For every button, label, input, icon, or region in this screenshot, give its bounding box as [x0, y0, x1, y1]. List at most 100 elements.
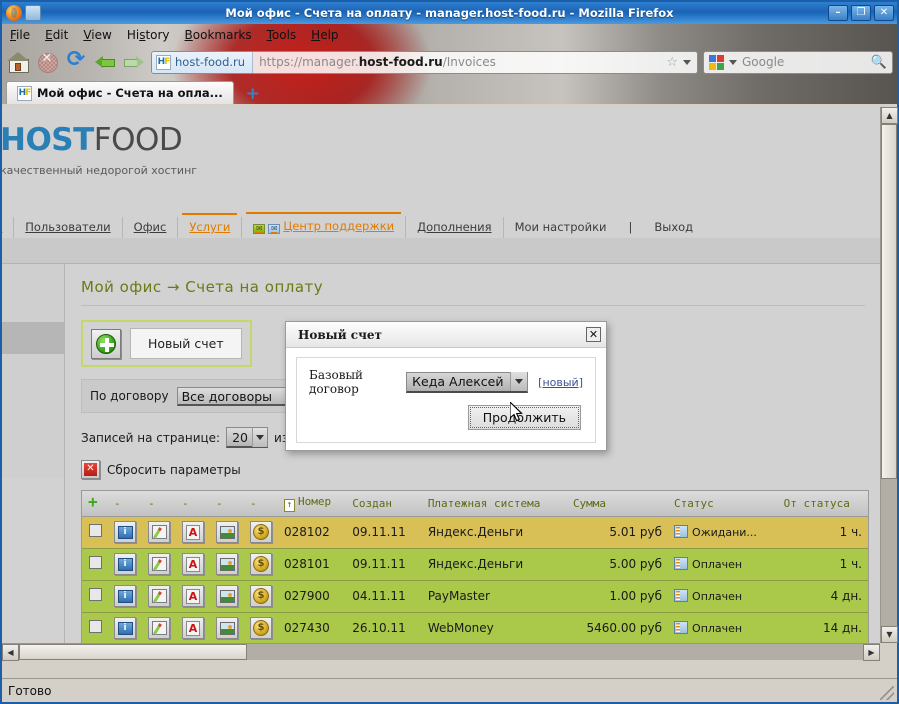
th-status[interactable]: Статус: [668, 491, 778, 517]
horizontal-scroll-thumb[interactable]: [19, 644, 247, 660]
coin-icon[interactable]: $: [250, 521, 272, 543]
reset-params-button[interactable]: ✕: [81, 460, 100, 479]
info-icon[interactable]: i: [114, 585, 136, 607]
search-engine-chevron-icon[interactable]: [729, 59, 737, 65]
search-bar[interactable]: Google 🔍: [703, 50, 893, 74]
menu-tools[interactable]: Tools: [267, 28, 297, 42]
row-info-cell[interactable]: i: [108, 548, 142, 581]
row-checkbox[interactable]: [88, 524, 102, 537]
new-invoice-button[interactable]: Новый счет: [81, 320, 252, 367]
horizontal-scrollbar[interactable]: ◀ ▶: [2, 643, 880, 661]
menu-view[interactable]: View: [83, 28, 111, 42]
row-edit-cell[interactable]: [142, 516, 176, 549]
sidebar-item-1[interactable]: ты: [2, 354, 64, 398]
new-invoice-label[interactable]: Новый счет: [130, 328, 242, 359]
edit-icon[interactable]: [148, 553, 170, 575]
nav-item-services[interactable]: Услуги: [178, 213, 243, 238]
site-logo[interactable]: HOSTFOOD: [2, 125, 880, 156]
home-icon[interactable]: [6, 50, 30, 74]
row-checkbox[interactable]: [88, 556, 102, 569]
nav-item-users[interactable]: Пользователи: [14, 217, 123, 238]
row-pay-cell[interactable]: $: [244, 612, 278, 643]
row-image-cell[interactable]: [210, 516, 244, 549]
scroll-down-button[interactable]: ▼: [881, 626, 898, 643]
row-pay-cell[interactable]: $: [244, 516, 278, 549]
new-tab-button[interactable]: +: [240, 84, 266, 104]
row-edit-cell[interactable]: [142, 612, 176, 643]
maximize-button[interactable]: ❐: [851, 5, 871, 21]
menu-help[interactable]: Help: [311, 28, 338, 42]
image-icon[interactable]: [216, 553, 238, 575]
resize-grip-icon[interactable]: [880, 686, 894, 700]
row-pay-cell[interactable]: $: [244, 548, 278, 581]
scroll-up-button[interactable]: ▲: [881, 107, 898, 124]
contract-filter-select[interactable]: Все договоры: [176, 386, 289, 406]
info-icon[interactable]: i: [114, 553, 136, 575]
row-image-cell[interactable]: [210, 580, 244, 613]
sidebar-item-selected[interactable]: [2, 322, 64, 354]
row-pay-cell[interactable]: $: [244, 580, 278, 613]
row-checkbox[interactable]: [88, 588, 102, 601]
scroll-left-button[interactable]: ◀: [2, 644, 19, 661]
info-icon[interactable]: i: [114, 521, 136, 543]
edit-icon[interactable]: [148, 617, 170, 639]
row-checkbox-cell[interactable]: [82, 548, 108, 581]
row-checkbox-cell[interactable]: [82, 516, 108, 549]
menu-edit[interactable]: Edit: [45, 28, 68, 42]
back-icon[interactable]: [93, 50, 117, 74]
row-checkbox-cell[interactable]: [82, 580, 108, 613]
nav-item-settings[interactable]: Мои настройки: [503, 217, 618, 238]
row-pdf-cell[interactable]: A: [176, 612, 210, 643]
th-select-all[interactable]: +: [82, 491, 108, 517]
reset-params-label[interactable]: Сбросить параметры: [107, 463, 241, 477]
table-row[interactable]: i A $ 028102 09.11.11 Яндекс.Деньги 5.01…: [82, 516, 868, 549]
row-checkbox[interactable]: [88, 620, 102, 633]
base-contract-select[interactable]: Кеда Алексей: [406, 371, 529, 393]
edit-icon[interactable]: [148, 585, 170, 607]
image-icon[interactable]: [216, 521, 238, 543]
image-icon[interactable]: [216, 585, 238, 607]
menu-history[interactable]: History: [127, 28, 170, 42]
nav-item-logout[interactable]: Выход: [643, 217, 705, 238]
row-info-cell[interactable]: i: [108, 612, 142, 643]
per-page-select[interactable]: 20: [226, 427, 269, 448]
menu-bookmarks[interactable]: Bookmarks: [185, 28, 252, 42]
table-row[interactable]: i A $ 027430 26.10.11 WebMoney 5460.00 р…: [82, 612, 868, 643]
th-created[interactable]: Создан: [346, 491, 422, 517]
coin-icon[interactable]: $: [250, 553, 272, 575]
pdf-icon[interactable]: A: [182, 553, 204, 575]
new-contract-link[interactable]: [новый]: [538, 376, 583, 389]
continue-button[interactable]: Продолжить: [467, 405, 581, 430]
coin-icon[interactable]: $: [250, 617, 272, 639]
th-from-status[interactable]: От статуса: [777, 491, 868, 517]
bookmark-star-icon[interactable]: ☆: [666, 55, 678, 70]
row-info-cell[interactable]: i: [108, 516, 142, 549]
site-identity-chip[interactable]: HF host-food.ru: [152, 51, 254, 73]
nav-item-office[interactable]: Офис: [122, 217, 179, 238]
row-edit-cell[interactable]: [142, 580, 176, 613]
image-icon[interactable]: [216, 617, 238, 639]
row-edit-cell[interactable]: [142, 548, 176, 581]
tab-invoices[interactable]: HF Мой офис - Счета на опла...: [6, 81, 234, 104]
pdf-icon[interactable]: A: [182, 585, 204, 607]
info-icon[interactable]: i: [114, 617, 136, 639]
row-image-cell[interactable]: [210, 548, 244, 581]
new-invoice-plus-button[interactable]: [91, 328, 121, 359]
close-button[interactable]: ✕: [874, 5, 894, 21]
vertical-scroll-thumb[interactable]: [881, 124, 897, 479]
table-row[interactable]: i A $ 027900 04.11.11 PayMaster 1.00 руб…: [82, 580, 868, 613]
window-menu-icon[interactable]: [25, 5, 41, 21]
search-icon[interactable]: 🔍: [871, 55, 887, 70]
edit-icon[interactable]: [148, 521, 170, 543]
coin-icon[interactable]: $: [250, 585, 272, 607]
pdf-icon[interactable]: A: [182, 521, 204, 543]
nav-item-groups[interactable]: Группы: [2, 217, 15, 238]
close-icon[interactable]: ✕: [586, 327, 601, 342]
chevron-down-icon[interactable]: [683, 59, 691, 65]
row-info-cell[interactable]: i: [108, 580, 142, 613]
nav-item-addons[interactable]: Дополнения: [406, 217, 504, 238]
th-number[interactable]: ↑ Номер: [278, 491, 347, 517]
vertical-scrollbar[interactable]: ▲ ▼: [880, 107, 898, 643]
chevron-down-icon[interactable]: [510, 372, 528, 391]
row-pdf-cell[interactable]: A: [176, 580, 210, 613]
